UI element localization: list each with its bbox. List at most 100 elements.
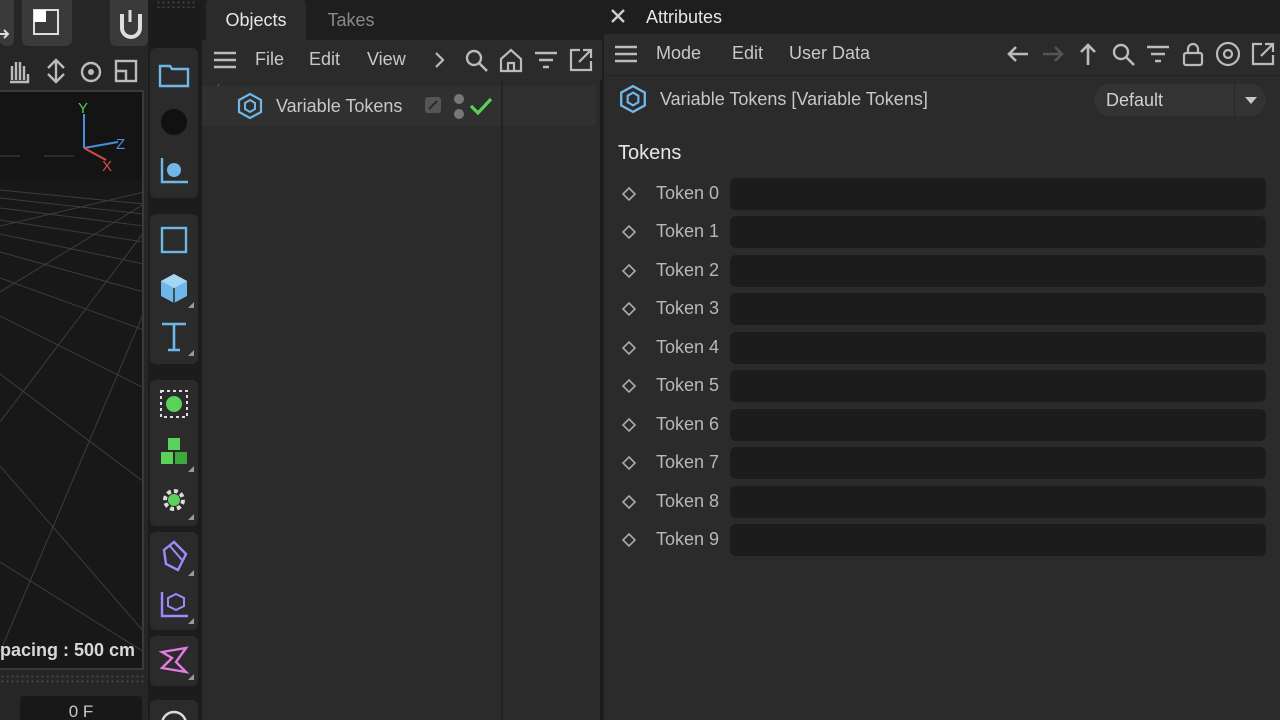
- attributes-search-button[interactable]: [1109, 40, 1137, 68]
- attributes-new-window-button[interactable]: [1249, 40, 1277, 68]
- keyframe-diamond-icon[interactable]: [622, 495, 636, 509]
- close-icon[interactable]: [610, 8, 626, 24]
- keyframe-diamond-icon[interactable]: [622, 302, 636, 316]
- add-sky-button[interactable]: [150, 700, 198, 720]
- pan-hand-icon[interactable]: [10, 62, 30, 84]
- objects-filter-button[interactable]: [532, 46, 560, 74]
- viewport-canvas[interactable]: Y Z X: [0, 90, 144, 670]
- keyframe-diamond-icon[interactable]: [622, 533, 636, 547]
- target-button[interactable]: [1214, 40, 1242, 68]
- token-label: Token 9: [656, 529, 720, 549]
- visibility-dots-icon[interactable]: [452, 92, 466, 122]
- keyframe-diamond-icon[interactable]: [622, 341, 636, 355]
- more-menu-button[interactable]: [426, 46, 454, 74]
- objects-hamburger-button[interactable]: [211, 46, 239, 74]
- token-value-field[interactable]: [730, 255, 1266, 287]
- token-label: Token 4: [656, 337, 720, 357]
- back-button[interactable]: [1004, 40, 1032, 68]
- menu-attr-edit[interactable]: Edit: [732, 43, 763, 64]
- token-value-field[interactable]: [730, 486, 1266, 518]
- maximize-view-icon[interactable]: [114, 59, 138, 83]
- model-mode-icon: [33, 9, 59, 35]
- keyframe-diamond-icon[interactable]: [622, 379, 636, 393]
- keyframe-diamond-icon[interactable]: [622, 456, 636, 470]
- open-scene-button[interactable]: [150, 50, 198, 98]
- objects-column-divider[interactable]: [501, 80, 503, 720]
- token-value-field[interactable]: [730, 524, 1266, 556]
- arrow-icon: [0, 29, 10, 39]
- add-effector-button[interactable]: [150, 476, 198, 524]
- selection-sphere-icon: [160, 390, 188, 418]
- token-value-field[interactable]: [730, 332, 1266, 364]
- add-cloner-button[interactable]: [150, 428, 198, 476]
- menu-user-data[interactable]: User Data: [789, 43, 870, 64]
- object-name[interactable]: Variable Tokens: [276, 96, 402, 117]
- attribute-mode-dropdown[interactable]: Default: [1094, 84, 1266, 116]
- object-tree: Variable Tokens: [202, 80, 602, 720]
- attributes-hamburger-button[interactable]: [612, 40, 640, 68]
- attributes-filter-button[interactable]: [1144, 40, 1172, 68]
- home-icon: [499, 48, 523, 73]
- add-field-button[interactable]: [150, 580, 198, 628]
- token-label: Token 0: [656, 183, 720, 203]
- lock-button[interactable]: [1179, 40, 1207, 68]
- forward-button[interactable]: [1039, 40, 1067, 68]
- record-button[interactable]: [150, 98, 198, 146]
- menu-edit[interactable]: Edit: [309, 49, 340, 70]
- command-toolbar: [148, 0, 202, 720]
- hamburger-icon: [615, 45, 637, 63]
- axis-z-label: Z: [116, 136, 126, 153]
- gear-icon: [163, 489, 185, 511]
- objects-new-window-button[interactable]: [567, 46, 595, 74]
- arrow-up-icon: [1080, 43, 1096, 65]
- toolbar-grip[interactable]: [156, 0, 196, 8]
- tab-objects[interactable]: Objects: [206, 0, 306, 40]
- token-row: Token 7: [604, 447, 1280, 481]
- coordinate-system-button[interactable]: [150, 146, 198, 194]
- attributes-menu-bar: Mode Edit User Data: [604, 34, 1280, 76]
- menu-mode[interactable]: Mode: [656, 43, 701, 64]
- rotate-view-icon[interactable]: [80, 61, 102, 83]
- move-view-icon[interactable]: [47, 58, 65, 84]
- objects-panel: Objects Takes File Edit View Variable To…: [202, 0, 602, 720]
- attributes-object-label: Variable Tokens [Variable Tokens]: [660, 89, 928, 109]
- add-deformer-button[interactable]: [150, 532, 198, 580]
- add-null-button[interactable]: [150, 380, 198, 428]
- objects-search-button[interactable]: [462, 46, 490, 74]
- add-text-button[interactable]: [150, 312, 198, 360]
- token-label: Token 2: [656, 260, 720, 280]
- token-value-field[interactable]: [730, 409, 1266, 441]
- keyframe-diamond-icon[interactable]: [622, 225, 636, 239]
- attributes-panel: Attributes Mode Edit User Data Variable …: [604, 0, 1280, 720]
- viewport-mode-button[interactable]: [22, 0, 72, 46]
- up-button[interactable]: [1074, 40, 1102, 68]
- current-frame-field[interactable]: 0 F: [20, 696, 142, 720]
- add-spline-button[interactable]: [150, 636, 198, 684]
- axis-x-label: X: [102, 158, 113, 175]
- viewport-tool-edge[interactable]: [0, 0, 14, 46]
- token-value-field[interactable]: [730, 447, 1266, 479]
- search-icon: [1112, 43, 1135, 66]
- keyframe-diamond-icon[interactable]: [622, 418, 636, 432]
- add-cube-button[interactable]: [150, 264, 198, 312]
- tab-takes[interactable]: Takes: [306, 0, 396, 40]
- token-value-field[interactable]: [730, 178, 1266, 210]
- token-value-field[interactable]: [730, 216, 1266, 248]
- menu-file[interactable]: File: [255, 49, 284, 70]
- token-row: Token 8: [604, 486, 1280, 520]
- keyframe-diamond-icon[interactable]: [622, 264, 636, 278]
- keyframe-diamond-icon[interactable]: [622, 187, 636, 201]
- token-label: Token 1: [656, 221, 720, 241]
- menu-view[interactable]: View: [367, 49, 406, 70]
- enabled-checkmark-icon[interactable]: [468, 94, 494, 118]
- token-value-field[interactable]: [730, 293, 1266, 325]
- render-region-button[interactable]: [150, 216, 198, 264]
- snap-button[interactable]: [110, 0, 148, 46]
- panel-resize-handle[interactable]: [0, 674, 144, 684]
- edit-pencil-icon[interactable]: [424, 96, 442, 114]
- objects-home-button[interactable]: [497, 46, 525, 74]
- object-axis-icon: [160, 158, 188, 184]
- tree-row-variable-tokens[interactable]: Variable Tokens: [202, 86, 596, 126]
- variable-tokens-object-icon: [237, 92, 263, 120]
- token-value-field[interactable]: [730, 370, 1266, 402]
